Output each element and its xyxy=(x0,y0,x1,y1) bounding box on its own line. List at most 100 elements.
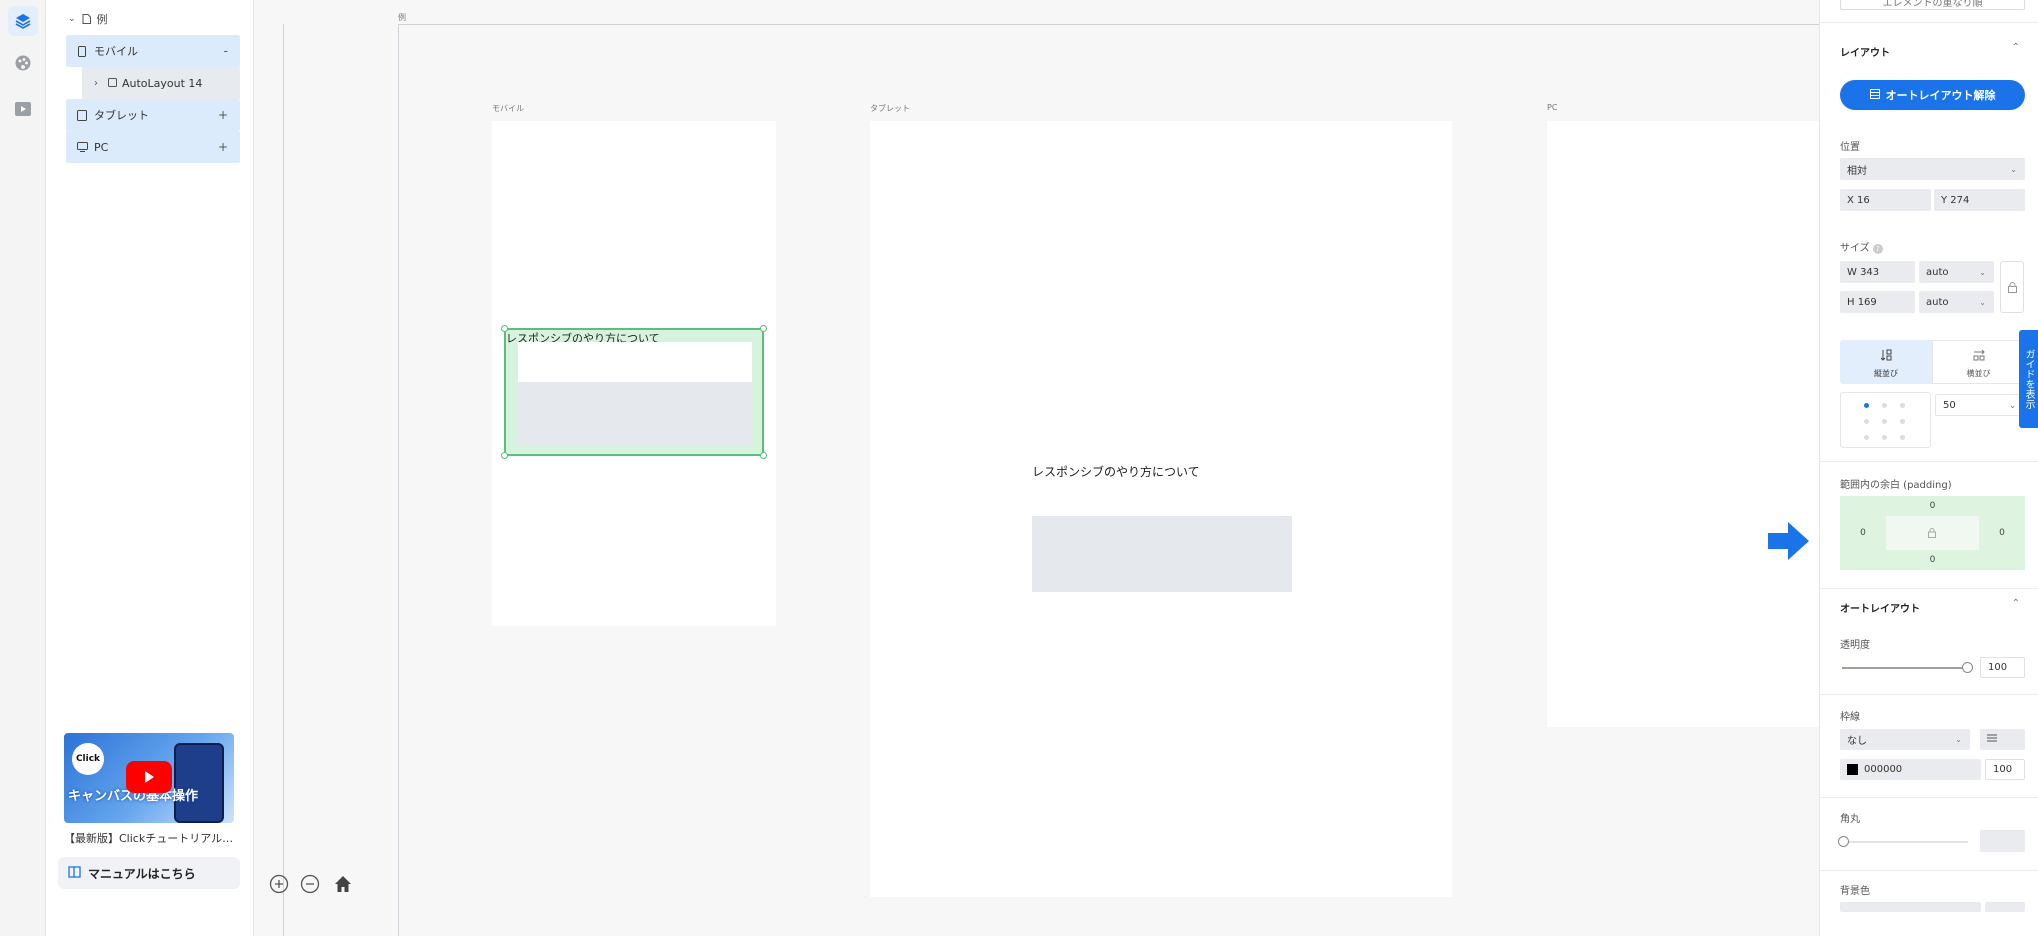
horizontal-stack-icon xyxy=(1973,346,1985,365)
border-style-value: なし xyxy=(1847,736,1867,747)
layer-order-button[interactable]: エレメントの重なり順 xyxy=(1840,0,2025,10)
aspect-lock-icon[interactable] xyxy=(2000,261,2024,313)
y-input[interactable]: Y 274 xyxy=(1934,189,2025,211)
align-dot[interactable] xyxy=(1900,403,1905,408)
zoom-in-icon[interactable] xyxy=(269,874,289,894)
align-dot[interactable] xyxy=(1864,419,1869,424)
desktop-icon xyxy=(76,141,88,153)
size-label: サイズ ? xyxy=(1840,239,1883,254)
alignment-grid[interactable] xyxy=(1840,392,1931,448)
padding-right-input[interactable]: 0 xyxy=(1979,516,2025,550)
zoom-out-icon[interactable] xyxy=(300,874,320,894)
guide-line xyxy=(398,24,1819,25)
align-dot-active[interactable] xyxy=(1864,403,1869,408)
chevron-down-icon[interactable]: ⌄ xyxy=(68,14,76,24)
tutorial-video-thumbnail[interactable]: Click キャンバスの基本操作 xyxy=(64,733,234,823)
radius-label: 角丸 xyxy=(1840,814,1860,825)
chevron-down-icon: ⌄ xyxy=(1979,297,1986,307)
align-dot[interactable] xyxy=(1882,419,1887,424)
direction-vertical-button[interactable]: 縦並び xyxy=(1840,340,1932,384)
video-title[interactable]: 【最新版】Clickチュートリアル… xyxy=(64,830,236,846)
expand-toggle[interactable]: + xyxy=(218,140,228,154)
divider xyxy=(1820,797,2038,798)
properties-panel: エレメントの重なり順 レイアウト ⌃ オートレイアウト解除 位置 相対 ⌄ X … xyxy=(1819,0,2038,936)
image-placeholder[interactable] xyxy=(518,342,752,446)
palette-icon[interactable] xyxy=(8,48,38,78)
background-color-input[interactable] xyxy=(1840,902,1981,912)
height-input[interactable]: H 169 xyxy=(1840,291,1915,313)
layers-panel: ⌄ 例 モバイル - › AutoLayout 14 タブレット + PC + … xyxy=(46,0,254,936)
align-dot[interactable] xyxy=(1864,435,1869,440)
resize-handle[interactable] xyxy=(501,452,508,459)
align-dot[interactable] xyxy=(1900,435,1905,440)
frame-tablet[interactable]: レスポンシブのやり方について xyxy=(870,121,1452,897)
page-label: 例 xyxy=(398,13,406,22)
chevron-right-icon[interactable]: › xyxy=(94,78,98,89)
design-canvas[interactable]: 例 モバイル レスポンシブのやり方について タブレット レスポンシブのやり方につ… xyxy=(255,0,1819,936)
frame-mobile[interactable]: レスポンシブのやり方について xyxy=(492,121,776,626)
tree-root-label: 例 xyxy=(96,13,108,26)
manual-button[interactable]: マニュアルはこちら xyxy=(58,857,240,889)
expand-toggle[interactable]: + xyxy=(218,108,228,122)
border-opacity-input[interactable]: 100 xyxy=(1985,759,2025,780)
padding-lock-icon[interactable] xyxy=(1923,526,1941,540)
opacity-slider[interactable] xyxy=(1842,662,1973,673)
remove-autolayout-button[interactable]: オートレイアウト解除 xyxy=(1840,80,2025,110)
text-element[interactable]: レスポンシブのやり方について xyxy=(1032,463,1200,480)
width-input[interactable]: W 343 xyxy=(1840,261,1915,283)
radius-slider-knob[interactable] xyxy=(1838,836,1849,847)
opacity-input[interactable]: 100 xyxy=(1980,657,2025,678)
collapse-toggle[interactable]: - xyxy=(224,44,228,58)
border-color-input[interactable]: 000000 xyxy=(1840,759,1981,780)
background-opacity-input[interactable] xyxy=(1985,902,2025,912)
layer-item-pc[interactable]: PC + xyxy=(66,131,240,163)
padding-left-input[interactable]: 0 xyxy=(1840,516,1886,550)
divider xyxy=(1820,461,2038,462)
radius-input[interactable] xyxy=(1980,830,2025,852)
guide-line xyxy=(283,24,284,936)
help-icon[interactable]: ? xyxy=(1872,244,1883,254)
book-icon xyxy=(68,865,82,881)
border-style-select[interactable]: なし ⌄ xyxy=(1840,729,1970,750)
show-guide-tab[interactable]: ガイドを表示 xyxy=(2019,330,2038,428)
resize-handle[interactable] xyxy=(501,325,508,332)
resize-handle[interactable] xyxy=(760,452,767,459)
position-select[interactable]: 相対 ⌄ xyxy=(1840,158,2025,180)
layer-item-tablet[interactable]: タブレット + xyxy=(66,99,240,131)
youtube-play-icon[interactable] xyxy=(126,761,172,793)
resize-handle[interactable] xyxy=(760,325,767,332)
padding-top-input[interactable]: 0 xyxy=(1886,498,1979,514)
layer-item-label: PC xyxy=(94,140,109,154)
gap-input[interactable]: 50 ⌄ xyxy=(1935,394,2025,416)
opacity-label: 透明度 xyxy=(1840,640,1870,651)
border-width-select[interactable] xyxy=(1980,729,2025,750)
align-dot[interactable] xyxy=(1882,403,1887,408)
color-swatch[interactable] xyxy=(1847,764,1858,775)
remove-autolayout-label: オートレイアウト解除 xyxy=(1885,89,1996,102)
play-icon[interactable] xyxy=(8,94,38,124)
x-input[interactable]: X 16 xyxy=(1840,189,1931,211)
layer-item-autolayout[interactable]: › AutoLayout 14 xyxy=(82,67,240,99)
align-dot[interactable] xyxy=(1900,419,1905,424)
position-label: 位置 xyxy=(1840,142,1860,153)
chevron-down-icon: ⌄ xyxy=(1955,735,1962,744)
tree-root[interactable]: ⌄ 例 xyxy=(68,10,108,28)
radius-slider[interactable] xyxy=(1838,836,1968,847)
frame-pc[interactable] xyxy=(1547,121,1819,727)
chevron-up-icon[interactable]: ⌃ xyxy=(2012,42,2020,53)
padding-bottom-input[interactable]: 0 xyxy=(1886,552,1979,568)
direction-horizontal-button[interactable]: 横並び xyxy=(1932,340,2025,384)
chevron-up-icon[interactable]: ⌃ xyxy=(2012,598,2020,609)
align-dot[interactable] xyxy=(1882,435,1887,440)
layer-item-mobile[interactable]: モバイル - xyxy=(66,35,240,67)
opacity-slider-knob[interactable] xyxy=(1962,662,1973,673)
divider xyxy=(1820,870,2038,871)
home-icon[interactable] xyxy=(333,874,353,894)
autolayout-selection[interactable]: レスポンシブのやり方について xyxy=(501,325,767,459)
page-icon xyxy=(82,14,91,24)
width-mode-select[interactable]: auto ⌄ xyxy=(1919,261,1994,283)
layer-item-label: モバイル xyxy=(94,45,138,58)
height-mode-select[interactable]: auto ⌄ xyxy=(1919,291,1994,313)
image-placeholder[interactable] xyxy=(1032,516,1292,592)
layers-icon[interactable] xyxy=(8,6,38,36)
